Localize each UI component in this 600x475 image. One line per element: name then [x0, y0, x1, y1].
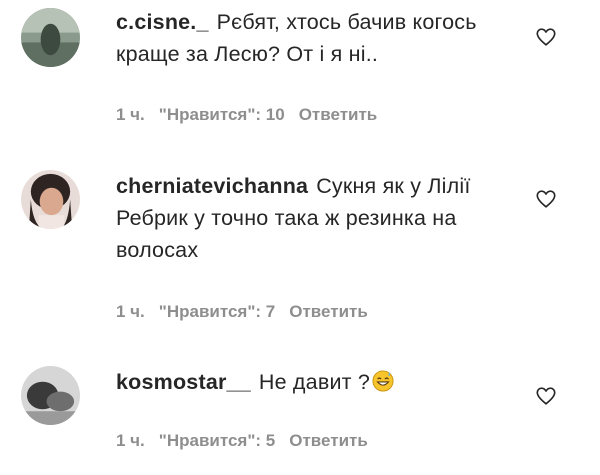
- comment-time: 1 ч.: [116, 105, 145, 124]
- username-link[interactable]: kosmostar__: [116, 370, 251, 394]
- likes-count[interactable]: "Нравится": 7: [159, 302, 275, 321]
- avatar[interactable]: [21, 366, 80, 425]
- likes-count[interactable]: "Нравится": 5: [159, 431, 275, 450]
- comment-meta: 1 ч. "Нравится": 10 Ответить: [116, 105, 391, 125]
- likes-count[interactable]: "Нравится": 10: [159, 105, 285, 124]
- comment-text: Не давит ?: [258, 370, 371, 394]
- comment-body: c.cisne._ Рєбят, хтось бачив когось краще…: [116, 6, 521, 70]
- heart-outline-icon[interactable]: [535, 188, 557, 210]
- reply-button[interactable]: Ответить: [289, 431, 368, 450]
- comment-meta: 1 ч. "Нравится": 5 Ответить: [116, 431, 382, 451]
- comment-body: cherniatevichanna Сукня як у Лілії Ребрик…: [116, 170, 521, 266]
- reply-button[interactable]: Ответить: [299, 105, 378, 124]
- grinning-sweat-emoji: [372, 370, 394, 392]
- avatar[interactable]: [21, 170, 80, 229]
- comment-time: 1 ч.: [116, 302, 145, 321]
- comment-time: 1 ч.: [116, 431, 145, 450]
- heart-outline-icon[interactable]: [535, 26, 557, 48]
- avatar[interactable]: [21, 8, 80, 67]
- heart-outline-icon[interactable]: [535, 385, 557, 407]
- username-link[interactable]: c.cisne._: [116, 10, 209, 34]
- comment-body: kosmostar__ Не давит ?: [116, 366, 521, 398]
- username-link[interactable]: cherniatevichanna: [116, 174, 308, 198]
- reply-button[interactable]: Ответить: [289, 302, 368, 321]
- comment-meta: 1 ч. "Нравится": 7 Ответить: [116, 302, 382, 322]
